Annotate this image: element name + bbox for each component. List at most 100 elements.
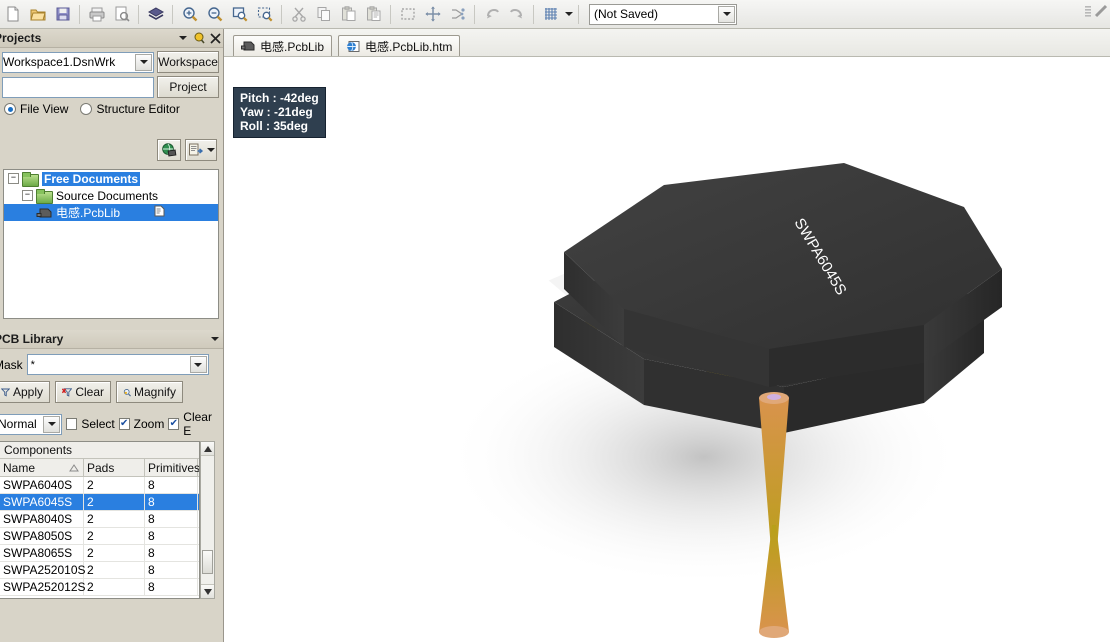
print-preview-icon[interactable]: [109, 2, 134, 27]
hud-roll: Roll : 35deg: [240, 119, 309, 133]
grid-dropdown-arrow-icon[interactable]: [563, 2, 574, 27]
cell-pads: 2: [84, 545, 145, 561]
checkbox-clear-existing[interactable]: ✔: [168, 418, 180, 430]
mask-dropdown-arrow-icon[interactable]: [189, 356, 207, 373]
pcb-library-title-bar: PCB Library: [0, 330, 223, 349]
orientation-hud: Pitch : -42deg Yaw : -21deg Roll : 35deg: [233, 87, 326, 138]
tree-expander-icon[interactable]: −: [8, 173, 19, 184]
browser-icon: [347, 40, 360, 52]
toolbar-overflow-icon[interactable]: [1080, 0, 1110, 29]
new-document-icon[interactable]: [0, 2, 25, 27]
pin-panel-icon[interactable]: [191, 30, 207, 46]
table-row[interactable]: SWPA252010S 2 8: [0, 562, 199, 579]
workspace-button[interactable]: Workspace: [157, 51, 219, 73]
tree-expander-icon[interactable]: −: [22, 190, 33, 201]
open-project-menu-icon[interactable]: [185, 139, 217, 161]
open-document-icon[interactable]: [25, 2, 50, 27]
project-input[interactable]: [2, 76, 154, 98]
document-badge-icon: [154, 205, 165, 220]
zoom-in-icon[interactable]: [177, 2, 202, 27]
funnel-icon: [1, 388, 10, 397]
tab-pcblib-htm[interactable]: 电感.PcbLib.htm: [338, 35, 461, 56]
toolbar-separator: [172, 4, 173, 24]
panel-menu-chevron-icon[interactable]: [175, 30, 191, 46]
apply-button[interactable]: Apply: [0, 381, 50, 403]
grid-icon[interactable]: [538, 2, 563, 27]
radio-file-view[interactable]: [4, 103, 16, 115]
table-row[interactable]: SWPA8050S 2 8: [0, 528, 199, 545]
column-header-primitives[interactable]: Primitives: [145, 459, 199, 476]
apply-button-label: Apply: [12, 385, 43, 399]
scroll-up-icon[interactable]: [201, 442, 214, 456]
radio-structure-editor[interactable]: [80, 103, 93, 115]
components-list[interactable]: Components Name Pads Primitives SWPA6040…: [0, 441, 200, 599]
checkbox-zoom[interactable]: ✔: [118, 418, 130, 430]
component-3d-model: SWPA6045S: [444, 163, 1002, 638]
cell-name: SWPA6040S: [0, 477, 84, 493]
library-menu-chevron-icon[interactable]: [207, 331, 223, 347]
saved-state-dropdown-arrow-icon[interactable]: [718, 5, 735, 23]
pcb-globe-icon[interactable]: [157, 139, 181, 161]
label-structure-editor: Structure Editor: [96, 102, 180, 116]
saved-state-combo[interactable]: (Not Saved): [589, 3, 737, 25]
tree-label-free-documents: Free Documents: [42, 171, 141, 186]
label-clear-existing: Clear E: [183, 410, 212, 438]
table-row[interactable]: SWPA8040S 2 8: [0, 511, 199, 528]
table-row[interactable]: SWPA8065S 2 8: [0, 545, 199, 562]
zoom-area-icon[interactable]: [252, 2, 277, 27]
board-layers-icon[interactable]: [143, 2, 168, 27]
column-header-pads[interactable]: Pads: [84, 459, 145, 476]
view-mode-row: File View Structure Editor: [0, 98, 223, 116]
tree-node-source-documents[interactable]: − Source Documents: [4, 187, 218, 204]
checkbox-select[interactable]: [66, 418, 78, 430]
column-header-name[interactable]: Name: [0, 459, 84, 476]
undo-icon[interactable]: [479, 2, 504, 27]
cell-pads: 2: [84, 494, 145, 510]
table-row[interactable]: SWPA6045S 2 8: [0, 494, 199, 511]
cut-icon[interactable]: [286, 2, 311, 27]
table-row[interactable]: SWPA252012S 2 8: [0, 579, 199, 596]
project-tree[interactable]: − Free Documents − Source Documents 电感.P…: [3, 169, 219, 319]
workspace-dropdown-arrow-icon[interactable]: [135, 53, 152, 71]
copy-icon[interactable]: [311, 2, 336, 27]
mode-combo[interactable]: Normal: [0, 413, 63, 435]
tab-pcblib-htm-label: 电感.PcbLib.htm: [365, 39, 453, 54]
scroll-down-icon[interactable]: [201, 584, 214, 598]
redo-icon[interactable]: [504, 2, 529, 27]
tree-label-source-documents: Source Documents: [56, 188, 159, 203]
mode-value: Normal: [0, 417, 37, 431]
components-scrollbar[interactable]: [200, 441, 215, 599]
table-row[interactable]: SWPA6040S 2 8: [0, 477, 199, 494]
tree-node-pcblib[interactable]: 电感.PcbLib: [4, 204, 218, 221]
sort-ascending-icon: [69, 463, 79, 471]
close-panel-icon[interactable]: [207, 30, 223, 46]
paste-special-icon[interactable]: [361, 2, 386, 27]
cell-pads: 2: [84, 579, 145, 595]
cell-pads: 2: [84, 511, 145, 527]
pcb-3d-viewport[interactable]: SWPA6045S Pitch : -42deg Yaw : -21deg Ro…: [224, 57, 1110, 642]
cell-primitives: 8: [145, 477, 198, 493]
mode-dropdown-arrow-icon[interactable]: [43, 415, 61, 433]
tab-pcblib-label: 电感.PcbLib: [260, 39, 325, 54]
pcblib-icon: [241, 41, 255, 51]
pcb-library-panel: PCB Library Mask * Apply Clear Magnify: [0, 330, 224, 642]
tree-node-free-documents[interactable]: − Free Documents: [4, 170, 218, 187]
zoom-out-icon[interactable]: [202, 2, 227, 27]
cell-primitives: 8: [145, 494, 198, 510]
workspace-combo[interactable]: Workspace1.DsnWrk: [2, 51, 154, 73]
tab-pcblib[interactable]: 电感.PcbLib: [233, 35, 333, 56]
mask-input[interactable]: *: [26, 354, 209, 375]
paste-icon[interactable]: [336, 2, 361, 27]
move-icon[interactable]: [420, 2, 445, 27]
mask-value: *: [30, 358, 35, 371]
save-document-icon[interactable]: [50, 2, 75, 27]
clear-button[interactable]: Clear: [55, 381, 111, 403]
zoom-document-icon[interactable]: [227, 2, 252, 27]
print-icon[interactable]: [84, 2, 109, 27]
magnify-button[interactable]: Magnify: [116, 381, 183, 403]
select-area-icon[interactable]: [395, 2, 420, 27]
cross-probe-icon[interactable]: [445, 2, 470, 27]
scrollbar-thumb[interactable]: [202, 550, 213, 574]
project-button[interactable]: Project: [157, 76, 219, 98]
projects-panel-title: Projects: [0, 31, 42, 45]
